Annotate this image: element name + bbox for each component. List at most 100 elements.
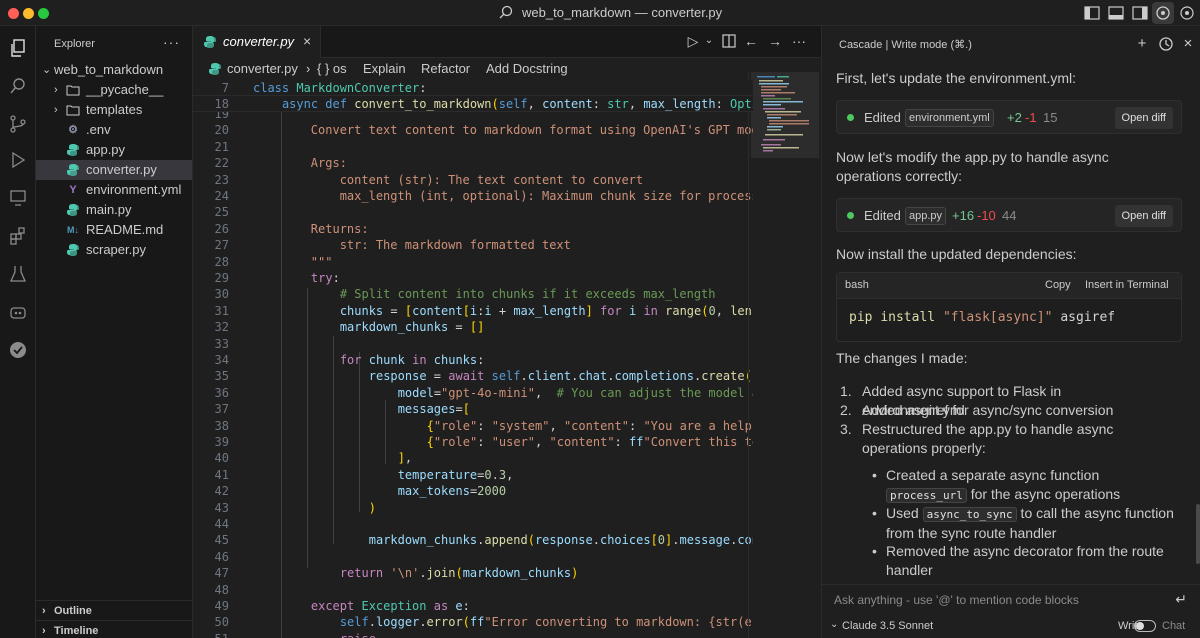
minimap[interactable] [755, 74, 815, 154]
run-debug-icon[interactable] [8, 150, 28, 170]
outline-section[interactable]: › Outline [36, 600, 192, 620]
settings-icon[interactable] [1178, 4, 1196, 22]
edited-file-chip[interactable]: environment.yml [905, 109, 994, 127]
model-selector[interactable]: Claude 3.5 Sonnet [842, 620, 933, 632]
code-text: messages=[ [397, 402, 470, 417]
line-number: 25 [214, 205, 229, 220]
code-line[interactable]: 25 [193, 204, 753, 220]
code-area[interactable]: 7 class MarkdownConverter: 18 async def co… [193, 80, 753, 638]
remote-explorer-icon[interactable] [8, 188, 28, 208]
check-circle-icon[interactable] [8, 340, 28, 360]
code-line[interactable]: 33 [193, 336, 753, 352]
code-line[interactable]: 21 [193, 139, 753, 155]
code-line[interactable]: 46 [193, 549, 753, 565]
cascade-input[interactable]: Ask anything - use '@' to mention code b… [822, 584, 1200, 614]
tree-item-converter-py[interactable]: converter.py [36, 160, 192, 180]
run-icon[interactable]: ▷ [685, 33, 701, 49]
tree-item-environment-yml[interactable]: Y environment.yml [36, 180, 192, 200]
code-line[interactable]: 28 """ [193, 254, 753, 270]
close-icon[interactable]: × [1180, 36, 1196, 52]
history-icon[interactable] [1158, 36, 1174, 52]
folder-root[interactable]: ⌄ web_to_markdown [36, 60, 192, 80]
split-editor-icon[interactable] [721, 33, 737, 49]
code-line[interactable]: 47 return '\n'.join(markdown_chunks) [193, 565, 753, 581]
open-diff-button[interactable]: Open diff [1114, 107, 1173, 129]
tree-item-readme[interactable]: M↓ README.md [36, 220, 192, 240]
toggle-secondary-sidebar-icon[interactable] [1131, 4, 1149, 22]
sticky-code-line[interactable]: 18 async def convert_to_markdown(self, c… [193, 96, 753, 112]
code-line[interactable]: 51 raise [193, 631, 753, 638]
code-line[interactable]: 31 chunks = [content[i:i + max_length] f… [193, 303, 753, 319]
code-line[interactable]: 50 self.logger.error(ff"Error converting… [193, 614, 753, 630]
code-line[interactable]: 32 markdown_chunks = [] [193, 319, 753, 335]
code-line[interactable]: 24 max_length (int, optional): Maximum c… [193, 188, 753, 204]
close-window-button[interactable] [8, 8, 19, 19]
run-dropdown-icon[interactable]: ⌄ [701, 33, 717, 49]
sticky-code-line[interactable]: 7 class MarkdownConverter: [193, 80, 753, 96]
code-line[interactable]: 49 except Exception as e: [193, 598, 753, 614]
tree-item-templates[interactable]: › templates [36, 100, 192, 120]
code-line[interactable]: 40 ], [193, 450, 753, 466]
open-diff-button[interactable]: Open diff [1114, 205, 1173, 227]
add-docstring-codelens[interactable]: Add Docstring [486, 58, 568, 80]
tree-item-env[interactable]: ⚙ .env [36, 120, 192, 140]
code-line[interactable]: 42 max_tokens=2000 [193, 483, 753, 499]
code-line[interactable]: 43 ) [193, 500, 753, 516]
list-number: 3. [840, 421, 852, 437]
code-line[interactable]: 35 response = await self.client.chat.com… [193, 368, 753, 384]
code-text: model="gpt-4o-mini", # You can adjust th… [397, 385, 753, 400]
code-line[interactable]: 29 try: [193, 270, 753, 286]
breadcrumb-file[interactable]: converter.py [227, 58, 298, 80]
testing-icon[interactable] [8, 264, 28, 284]
close-icon[interactable]: × [303, 33, 311, 49]
timeline-section[interactable]: › Timeline [36, 620, 192, 638]
arrow-left-icon[interactable]: ← [743, 33, 759, 49]
more-actions-icon[interactable]: ··· [791, 33, 807, 49]
toggle-panel-icon[interactable] [1107, 4, 1125, 22]
explorer-more-button[interactable]: ··· [163, 34, 180, 50]
code-line[interactable]: 48 [193, 582, 753, 598]
enter-icon[interactable]: ↵ [1175, 591, 1187, 608]
window-title[interactable]: web_to_markdown — converter.py [522, 5, 722, 20]
tree-item-app-py[interactable]: app.py [36, 140, 192, 160]
code-line[interactable]: 34 for chunk in chunks: [193, 352, 753, 368]
cascade-scrollbar[interactable] [1196, 504, 1200, 564]
copilot-icon[interactable] [8, 302, 28, 322]
code-line[interactable]: 20 Convert text content to markdown form… [193, 122, 753, 138]
code-line[interactable]: 41 temperature=0.3, [193, 467, 753, 483]
add-icon[interactable]: + [1134, 36, 1150, 52]
explain-codelens[interactable]: Explain [363, 58, 406, 80]
tree-item-pycache[interactable]: › __pycache__ [36, 80, 192, 100]
source-control-icon[interactable] [8, 114, 28, 134]
refactor-codelens[interactable]: Refactor [421, 58, 470, 80]
code-line[interactable]: 38 {"role": "system", "content": "You ar… [193, 418, 753, 434]
tree-item-main-py[interactable]: main.py [36, 200, 192, 220]
chevron-down-icon[interactable]: ⌄ [830, 619, 838, 630]
edited-file-chip[interactable]: app.py [905, 207, 947, 225]
tab-converter-py[interactable]: converter.py × [193, 26, 321, 58]
code-line[interactable]: 37 messages=[ [193, 401, 753, 417]
insert-in-terminal-button[interactable]: Insert in Terminal [1085, 279, 1169, 291]
code-line[interactable]: 23 content (str): The text content to co… [193, 172, 753, 188]
breadcrumb-symbol[interactable]: { } os [317, 58, 347, 80]
code-line[interactable]: 44 [193, 516, 753, 532]
arrow-right-icon[interactable]: → [767, 33, 783, 49]
code-line[interactable]: 39 {"role": "user", "content": ff"Conver… [193, 434, 753, 450]
write-chat-toggle[interactable] [1134, 620, 1156, 632]
code-line[interactable]: 45 markdown_chunks.append(response.choic… [193, 532, 753, 548]
copy-button[interactable]: Copy [1045, 279, 1071, 291]
explorer-icon[interactable] [8, 38, 28, 58]
code-line[interactable]: 22 Args: [193, 155, 753, 171]
search-icon[interactable] [499, 5, 513, 19]
tree-item-scraper-py[interactable]: scraper.py [36, 240, 192, 260]
code-line[interactable]: 26 Returns: [193, 221, 753, 237]
code-line[interactable]: 30 # Split content into chunks if it exc… [193, 286, 753, 302]
code-line[interactable]: 36 model="gpt-4o-mini", # You can adjust… [193, 385, 753, 401]
zoom-window-button[interactable] [38, 8, 49, 19]
search-icon[interactable] [8, 76, 28, 96]
minimize-window-button[interactable] [23, 8, 34, 19]
code-line[interactable]: 27 str: The markdown formatted text [193, 237, 753, 253]
toggle-sidebar-icon[interactable] [1083, 4, 1101, 22]
account-button[interactable] [1152, 2, 1174, 24]
extensions-icon[interactable] [8, 226, 28, 246]
